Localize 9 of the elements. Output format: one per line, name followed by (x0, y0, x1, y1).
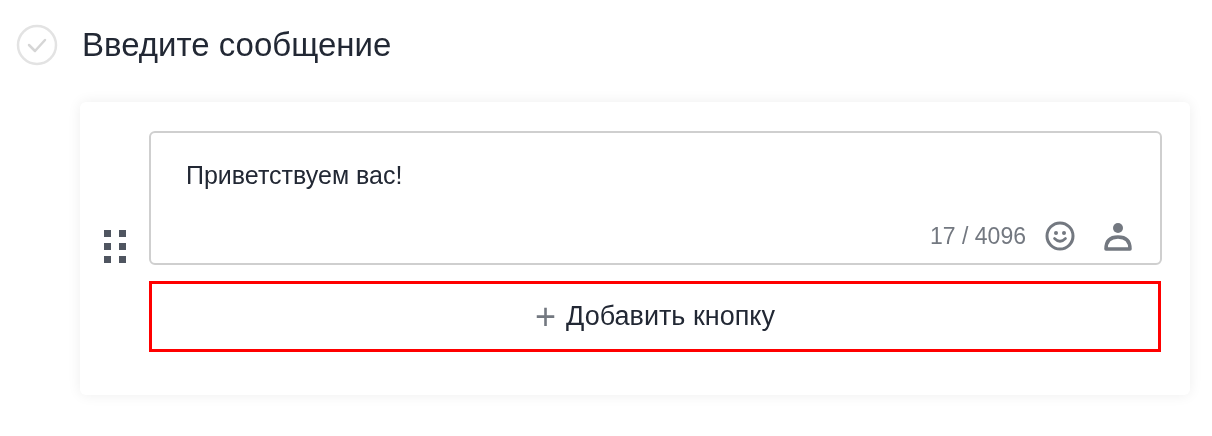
step-title: Введите сообщение (82, 25, 392, 66)
message-text: Приветствуем вас! (186, 160, 404, 191)
drag-handle-icon[interactable] (103, 230, 126, 264)
add-button[interactable]: + Добавить кнопку (149, 281, 1161, 352)
person-icon[interactable] (1104, 220, 1132, 251)
smiley-icon[interactable] (1044, 219, 1076, 252)
message-field[interactable]: Приветствуем вас! 17 / 4096 (149, 131, 1162, 265)
check-circle-icon (16, 24, 58, 66)
character-counter: 17 / 4096 (930, 221, 1026, 251)
